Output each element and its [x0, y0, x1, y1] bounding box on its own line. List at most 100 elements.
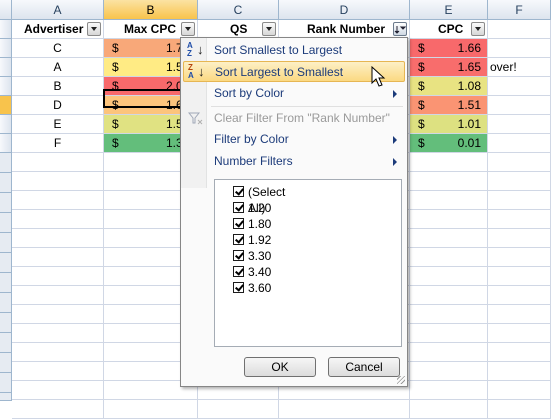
cell-advertiser[interactable]: A — [12, 58, 104, 77]
empty-cell[interactable] — [488, 343, 551, 362]
header-cpc[interactable]: CPC — [410, 20, 488, 39]
filter-active-dropdown-button[interactable] — [393, 22, 407, 36]
empty-cell[interactable] — [410, 305, 488, 324]
empty-cell[interactable] — [12, 210, 104, 229]
empty-cell[interactable] — [410, 343, 488, 362]
header-advertiser[interactable]: Advertiser — [12, 20, 104, 39]
empty-cell[interactable] — [12, 248, 104, 267]
cell-f1[interactable] — [488, 20, 551, 39]
row-header[interactable] — [0, 153, 12, 401]
row-header[interactable] — [0, 20, 12, 39]
empty-cell[interactable] — [488, 381, 551, 400]
cell-advertiser[interactable]: E — [12, 115, 104, 134]
empty-cell[interactable] — [12, 229, 104, 248]
empty-cell[interactable] — [488, 191, 551, 210]
menu-item-number-filters[interactable]: Number Filters — [183, 151, 405, 172]
autofilter-menu[interactable]: A Z ↓ Sort Smallest to Largest Z A ↓ Sor… — [180, 37, 408, 387]
empty-cell[interactable] — [410, 191, 488, 210]
empty-cell[interactable] — [12, 324, 104, 343]
row-header[interactable] — [0, 134, 12, 153]
menu-item-filter-by-color[interactable]: Filter by Color — [183, 129, 405, 150]
empty-cell[interactable] — [279, 400, 410, 419]
empty-cell[interactable] — [410, 381, 488, 400]
checkbox[interactable] — [233, 202, 244, 213]
empty-cell[interactable] — [410, 229, 488, 248]
empty-cell[interactable] — [12, 400, 104, 419]
checkbox[interactable] — [233, 250, 244, 261]
cell-cpc[interactable]: $1.01 — [410, 115, 488, 134]
empty-cell[interactable] — [410, 153, 488, 172]
empty-cell[interactable] — [12, 362, 104, 381]
cell-f[interactable] — [488, 96, 551, 115]
checkbox[interactable] — [233, 186, 244, 197]
cell-cpc[interactable]: $0.01 — [410, 134, 488, 153]
row-header[interactable] — [0, 39, 12, 58]
cell-cpc[interactable]: $1.66 — [410, 39, 488, 58]
empty-cell[interactable] — [488, 286, 551, 305]
column-header-f[interactable]: F — [488, 0, 551, 20]
cell-advertiser[interactable]: C — [12, 39, 104, 58]
row-header[interactable] — [0, 115, 12, 134]
checkbox[interactable] — [233, 218, 244, 229]
empty-cell[interactable] — [488, 210, 551, 229]
empty-cell[interactable] — [12, 191, 104, 210]
filter-dropdown-button[interactable] — [262, 22, 276, 36]
cell-f[interactable] — [488, 134, 551, 153]
filter-values-list[interactable]: (Select All) 1.20 1.80 1.92 3.30 3.40 3.60 — [214, 179, 402, 347]
empty-cell[interactable] — [488, 400, 551, 419]
empty-cell[interactable] — [488, 305, 551, 324]
checkbox[interactable] — [233, 234, 244, 245]
cancel-button[interactable]: Cancel — [328, 357, 400, 377]
cell-cpc[interactable]: $1.51 — [410, 96, 488, 115]
empty-cell[interactable] — [12, 343, 104, 362]
row-header-corner[interactable] — [0, 0, 12, 20]
empty-cell[interactable] — [488, 267, 551, 286]
empty-cell[interactable] — [12, 381, 104, 400]
filter-dropdown-button[interactable] — [471, 22, 485, 36]
empty-cell[interactable] — [410, 362, 488, 381]
empty-cell[interactable] — [410, 172, 488, 191]
empty-cell[interactable] — [410, 324, 488, 343]
checkbox[interactable] — [233, 282, 244, 293]
cell-f[interactable] — [488, 115, 551, 134]
row-header-selected[interactable] — [0, 96, 12, 115]
empty-cell[interactable] — [410, 267, 488, 286]
empty-cell[interactable] — [12, 153, 104, 172]
cell-advertiser[interactable]: D — [12, 96, 104, 115]
column-header-c[interactable]: C — [198, 0, 279, 20]
empty-cell[interactable] — [12, 286, 104, 305]
row-header[interactable] — [0, 58, 12, 77]
resize-grip-icon[interactable] — [397, 376, 405, 384]
empty-cell[interactable] — [488, 248, 551, 267]
empty-cell[interactable] — [12, 267, 104, 286]
empty-cell[interactable] — [488, 153, 551, 172]
empty-cell[interactable] — [104, 400, 198, 419]
empty-cell[interactable] — [488, 172, 551, 191]
empty-cell[interactable] — [488, 362, 551, 381]
empty-cell[interactable] — [410, 400, 488, 419]
column-header-e[interactable]: E — [410, 0, 488, 20]
empty-cell[interactable] — [198, 400, 279, 419]
empty-cell[interactable] — [12, 172, 104, 191]
empty-cell[interactable] — [410, 248, 488, 267]
cell-cpc[interactable]: $1.08 — [410, 77, 488, 96]
ok-button[interactable]: OK — [244, 357, 316, 377]
filter-dropdown-button[interactable] — [87, 22, 101, 36]
checkbox[interactable] — [233, 266, 244, 277]
cell-advertiser[interactable]: B — [12, 77, 104, 96]
empty-cell[interactable] — [12, 305, 104, 324]
empty-cell[interactable] — [488, 229, 551, 248]
cell-f[interactable] — [488, 39, 551, 58]
empty-cell[interactable] — [410, 286, 488, 305]
column-header-d[interactable]: D — [279, 0, 410, 20]
cell-advertiser[interactable]: F — [12, 134, 104, 153]
cell-cpc[interactable]: $1.65 — [410, 58, 488, 77]
filter-dropdown-button[interactable] — [181, 22, 195, 36]
column-header-a[interactable]: A — [12, 0, 104, 20]
row-header[interactable] — [0, 77, 12, 96]
menu-item-sort-ascending[interactable]: A Z ↓ Sort Smallest to Largest — [183, 40, 405, 61]
column-header-b[interactable]: B — [104, 0, 198, 20]
empty-cell[interactable] — [488, 324, 551, 343]
empty-cell[interactable] — [410, 210, 488, 229]
cell-f[interactable] — [488, 77, 551, 96]
